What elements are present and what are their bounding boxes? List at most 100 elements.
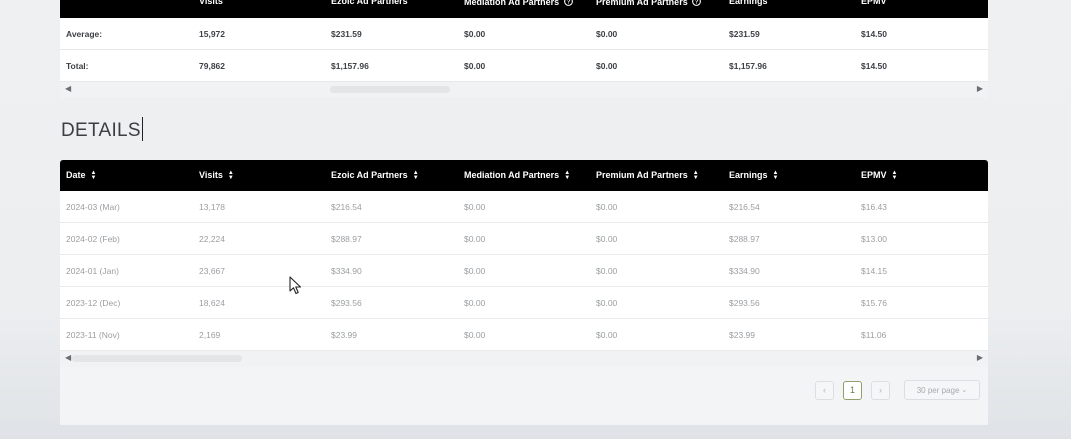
table-cell: $0.00 [464, 329, 486, 340]
table-row: 2024-02 (Feb) 22,224 $288.97 $0.00 $0.00… [60, 223, 988, 255]
summary-table: Visits Ezoic Ad Partners Mediation Ad Pa… [60, 0, 988, 98]
table-cell: $293.56 [331, 297, 362, 308]
summary-cell: Average: [66, 28, 103, 39]
table-cell: 23,667 [199, 265, 225, 276]
pagination: ‹ 1 › 30 per page ⌄ [806, 380, 980, 400]
summary-cell: $0.00 [596, 28, 618, 39]
summary-header-visits: Visits [199, 0, 223, 6]
summary-header-ezoic: Ezoic Ad Partners [331, 0, 408, 6]
summary-cell: $1,157.96 [331, 60, 369, 71]
scroll-left-icon[interactable]: ◀ [65, 84, 71, 93]
summary-cell: $14.50 [861, 28, 887, 39]
column-header-ezoic[interactable]: Ezoic Ad Partners ▲ ▼ [325, 170, 458, 181]
table-cell: $0.00 [464, 265, 486, 276]
table-cell: $0.00 [596, 201, 618, 212]
column-header-premium[interactable]: Premium Ad Partners ▲ ▼ [590, 170, 723, 181]
details-header-row: Date ▲ ▼ Visits ▲ ▼ Ezoic Ad Partners ▲ ▼ Medi… [60, 160, 988, 191]
table-cell: $15.76 [861, 297, 887, 308]
table-row: 2024-03 (Mar) 13,178 $216.54 $0.00 $0.00… [60, 191, 988, 223]
summary-row-total: Total: 79,862 $1,157.96 $0.00 $0.00 $1,1… [60, 50, 988, 82]
column-header-earnings[interactable]: Earnings ▲ ▼ [723, 170, 855, 181]
summary-cell: 15,972 [199, 28, 225, 39]
scrollbar-thumb[interactable] [330, 86, 450, 93]
table-cell: $0.00 [464, 297, 486, 308]
scroll-left-icon[interactable]: ◀ [65, 353, 71, 362]
table-cell: $288.97 [331, 233, 362, 244]
prev-page-button[interactable]: ‹ [815, 380, 834, 400]
table-cell: $216.54 [729, 201, 760, 212]
table-row: 2023-11 (Nov) 2,169 $23.99 $0.00 $0.00 $… [60, 319, 988, 351]
chevron-down-icon: ⌄ [961, 387, 968, 394]
sort-icon[interactable]: ▲ ▼ [773, 170, 779, 181]
table-cell: 2024-02 (Feb) [66, 233, 120, 244]
summary-cell: $0.00 [464, 28, 486, 39]
table-cell: $334.90 [729, 265, 760, 276]
summary-cell: 79,862 [199, 60, 225, 71]
summary-cell: Total: [66, 60, 89, 71]
table-cell: 2023-11 (Nov) [66, 329, 120, 340]
table-cell: $0.00 [464, 233, 486, 244]
table-cell: 2024-03 (Mar) [66, 201, 120, 212]
sort-icon[interactable]: ▲ ▼ [91, 170, 97, 181]
table-cell: $0.00 [464, 201, 486, 212]
summary-cell: $14.50 [861, 60, 887, 71]
summary-cell: $1,157.96 [729, 60, 767, 71]
table-cell: $0.00 [596, 233, 618, 244]
svg-text:?: ? [695, 0, 699, 6]
table-cell: 2024-01 (Jan) [66, 265, 119, 276]
table-cell: $13.00 [861, 233, 887, 244]
help-circle-icon[interactable]: ? [692, 0, 702, 6]
table-cell: $16.43 [861, 201, 887, 212]
sort-icon[interactable]: ▲ ▼ [693, 170, 699, 181]
column-header-mediation[interactable]: Mediation Ad Partners ▲ ▼ [458, 170, 590, 181]
table-cell: $334.90 [331, 265, 362, 276]
mouse-pointer-icon [289, 276, 302, 295]
table-cell: 18,624 [199, 297, 225, 308]
details-table: Date ▲ ▼ Visits ▲ ▼ Ezoic Ad Partners ▲ ▼ Medi… [60, 160, 988, 425]
summary-cell: $0.00 [464, 60, 486, 71]
help-circle-icon[interactable]: ? [563, 0, 573, 6]
table-cell: $0.00 [596, 265, 618, 276]
summary-row-average: Average: 15,972 $231.59 $0.00 $0.00 $231… [60, 18, 988, 50]
table-cell: 13,178 [199, 201, 225, 212]
table-row: 2023-12 (Dec) 18,624 $293.56 $0.00 $0.00… [60, 287, 988, 319]
table-cell: 2023-12 (Dec) [66, 297, 121, 308]
table-row: 2024-01 (Jan) 23,667 $334.90 $0.00 $0.00… [60, 255, 988, 287]
scroll-right-icon[interactable]: ▶ [977, 353, 983, 362]
column-header-visits[interactable]: Visits ▲ ▼ [193, 170, 325, 181]
details-horizontal-scrollbar[interactable]: ◀ ▶ [60, 351, 988, 367]
page-1-button[interactable]: 1 [843, 380, 862, 400]
summary-header-row: Visits Ezoic Ad Partners Mediation Ad Pa… [60, 0, 988, 18]
summary-cell: $231.59 [331, 28, 362, 39]
details-heading: DETAILS [61, 117, 143, 142]
table-cell: $23.99 [331, 329, 357, 340]
per-page-select[interactable]: 30 per page ⌄ [904, 380, 980, 400]
sort-icon[interactable]: ▲ ▼ [892, 170, 898, 181]
table-cell: $23.99 [729, 329, 755, 340]
column-header-epmv[interactable]: EPMV ▲ ▼ [855, 170, 988, 181]
table-cell: $293.56 [729, 297, 760, 308]
summary-cell: $0.00 [596, 60, 618, 71]
summary-header-premium: Premium Ad Partners ? [590, 0, 723, 7]
table-cell: $288.97 [729, 233, 760, 244]
scroll-right-icon[interactable]: ▶ [977, 84, 983, 93]
table-cell: $11.06 [861, 329, 887, 340]
table-cell: 2,169 [199, 329, 221, 340]
sort-icon[interactable]: ▲ ▼ [228, 170, 234, 181]
table-cell: $216.54 [331, 201, 362, 212]
next-page-button[interactable]: › [871, 380, 890, 400]
table-cell: 22,224 [199, 233, 225, 244]
text-caret [141, 117, 143, 141]
table-cell: $0.00 [596, 329, 618, 340]
svg-text:?: ? [566, 0, 570, 6]
scrollbar-thumb[interactable] [72, 355, 242, 362]
summary-cell: $231.59 [729, 28, 760, 39]
table-cell: $0.00 [596, 297, 618, 308]
summary-header-earnings: Earnings [729, 0, 768, 6]
summary-header-epmv: EPMV [861, 0, 887, 6]
summary-horizontal-scrollbar[interactable]: ◀ ▶ [60, 82, 988, 98]
sort-icon[interactable]: ▲ ▼ [564, 170, 570, 181]
column-header-date[interactable]: Date ▲ ▼ [60, 170, 193, 181]
summary-header-mediation: Mediation Ad Partners ? [458, 0, 590, 7]
sort-icon[interactable]: ▲ ▼ [413, 170, 419, 181]
